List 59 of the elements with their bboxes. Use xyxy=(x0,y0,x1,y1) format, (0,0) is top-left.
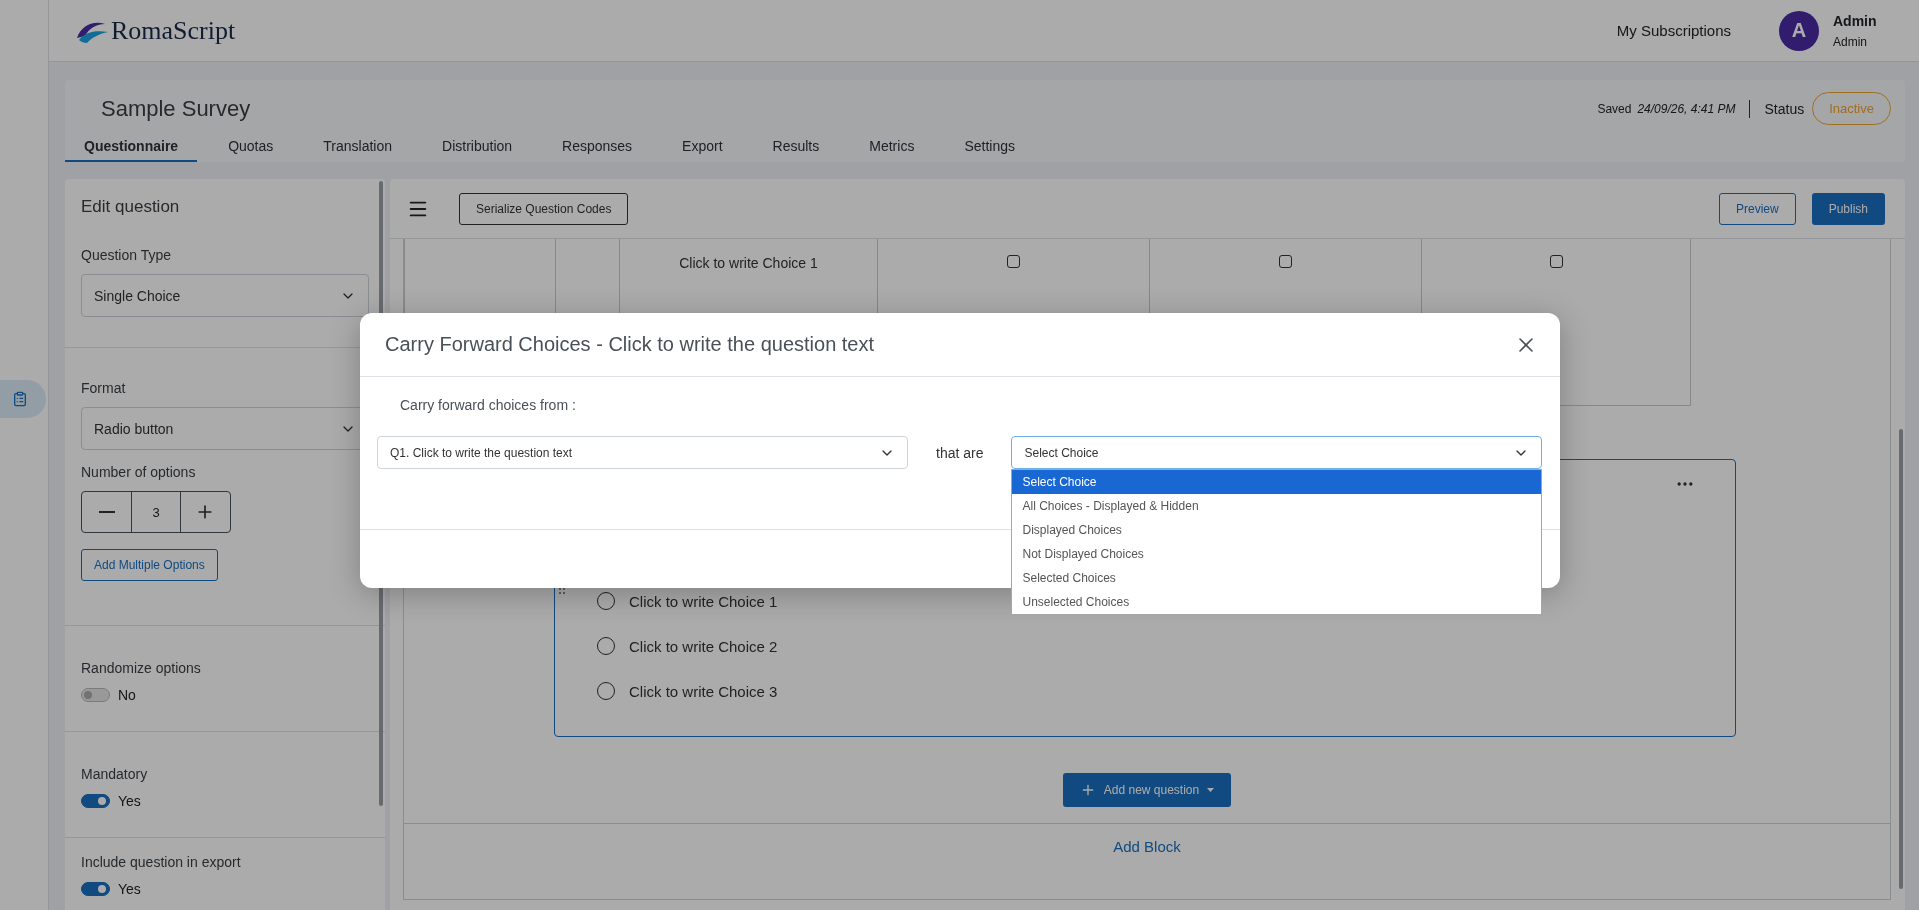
field-label: Question Type xyxy=(81,247,173,263)
panel-title: Edit question xyxy=(81,197,181,217)
field-label: Mandatory xyxy=(81,766,149,782)
toggle-switch[interactable] xyxy=(81,794,110,808)
checkbox[interactable] xyxy=(1007,255,1020,268)
brand-name: RomaScript xyxy=(111,15,236,46)
tab[interactable]: Metrics xyxy=(850,132,934,162)
field-label: Format xyxy=(81,380,127,396)
source-question-select[interactable]: Q1. Click to write the question text xyxy=(377,436,908,469)
choice-text[interactable]: Click to write Choice 1 xyxy=(629,592,778,610)
minus-icon xyxy=(98,511,115,513)
status-label: Status xyxy=(1764,100,1805,117)
scrollbar-thumb[interactable] xyxy=(1899,429,1903,889)
saved-time: 24/09/26, 4:41 PM xyxy=(1637,101,1736,116)
connector-label: that are xyxy=(936,444,984,461)
toggle-label: Yes xyxy=(118,793,141,809)
tab[interactable]: Results xyxy=(753,132,839,162)
toggle-switch[interactable] xyxy=(81,688,110,702)
tab[interactable]: Responses xyxy=(543,132,652,162)
field-label: Include question in export xyxy=(81,854,242,870)
choice-filter-select[interactable]: Select Choice xyxy=(1011,436,1543,469)
caret-icon xyxy=(1207,788,1215,792)
checkbox[interactable] xyxy=(1279,255,1292,268)
subscriptions-link[interactable]: My Subscriptions xyxy=(1616,22,1731,39)
add-multiple-options-button[interactable]: Add Multiple Options xyxy=(81,549,218,581)
tab[interactable]: Settings xyxy=(945,132,1034,162)
dialog-title: Carry Forward Choices - Click to write the question text xyxy=(385,333,875,356)
publish-button[interactable]: Publish xyxy=(1811,192,1885,225)
tab[interactable]: Quotas xyxy=(209,132,293,162)
tab[interactable]: Translation xyxy=(304,132,412,162)
serialize-codes-button[interactable]: Serialize Question Codes xyxy=(459,192,629,225)
user-avatar[interactable]: A xyxy=(1779,10,1819,51)
toggle-switch[interactable] xyxy=(81,882,110,896)
toggle-label: No xyxy=(118,687,136,703)
tab[interactable]: Distribution xyxy=(423,132,532,162)
drag-handle-icon[interactable] xyxy=(559,588,565,594)
saved-label: Saved xyxy=(1597,101,1632,116)
question-type-select[interactable]: Single Choice xyxy=(81,274,369,317)
tab[interactable]: Export xyxy=(663,132,742,162)
radio-button[interactable] xyxy=(597,637,615,655)
choice-text[interactable]: Click to write Choice 2 xyxy=(629,637,778,655)
toggle-label: Yes xyxy=(118,881,141,897)
field-label: Carry forward choices from : xyxy=(399,397,577,413)
tab[interactable]: Questionnaire xyxy=(65,132,198,162)
checkbox[interactable] xyxy=(1550,255,1563,268)
user-name: Admin xyxy=(1833,12,1878,29)
add-question-button[interactable]: Add new question xyxy=(1062,773,1232,807)
survey-title: Sample Survey xyxy=(101,95,251,122)
choice-text[interactable]: Click to write Choice 3 xyxy=(629,682,778,700)
dropdown-option[interactable]: Select Choice xyxy=(1012,470,1542,494)
user-role: Admin xyxy=(1833,34,1868,49)
radio-button[interactable] xyxy=(597,682,615,700)
radio-button[interactable] xyxy=(597,592,615,610)
field-label: Randomize options xyxy=(81,660,202,676)
clipboard-icon xyxy=(12,391,28,407)
preview-button[interactable]: Preview xyxy=(1718,192,1796,225)
add-block-link[interactable]: Add Block xyxy=(1113,824,1181,869)
field-label: Number of options xyxy=(81,464,197,480)
survey-nav-button[interactable] xyxy=(0,380,46,418)
